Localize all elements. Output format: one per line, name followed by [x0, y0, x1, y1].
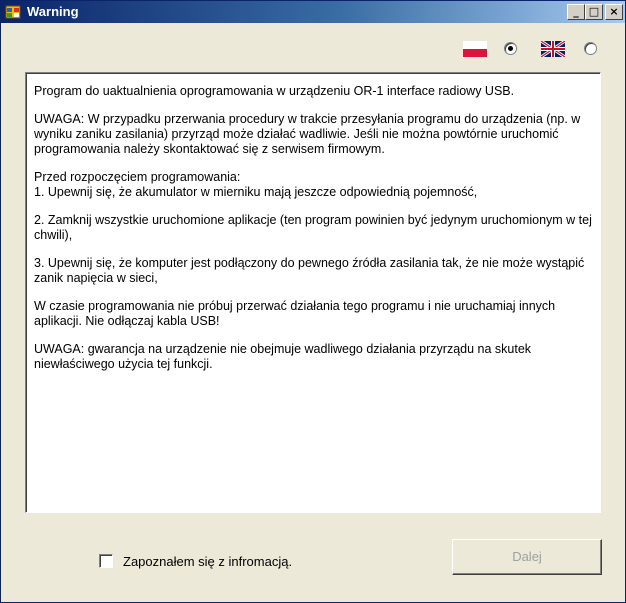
uk-flag-icon: [541, 41, 565, 57]
message-paragraph: Przed rozpoczęciem programowania: 1. Upe…: [34, 170, 478, 199]
message-paragraph: UWAGA: W przypadku przerwania procedury …: [34, 112, 581, 156]
window-title: Warning: [27, 4, 79, 19]
message-paragraph: UWAGA: gwarancja na urządzenie nie obejm…: [34, 342, 532, 371]
acknowledge-label[interactable]: Zapoznałem się z infromacją.: [123, 554, 292, 569]
next-button[interactable]: Dalej: [452, 539, 602, 575]
app-window-icon: [5, 5, 21, 19]
acknowledge-checkbox[interactable]: [99, 554, 113, 568]
minimize-button[interactable]: _: [567, 4, 585, 20]
english-radio[interactable]: [584, 42, 597, 55]
warning-window: Warning _ □ × Program do uaktualnienia o…: [0, 0, 626, 603]
maximize-button[interactable]: □: [585, 4, 603, 20]
title-bar[interactable]: Warning _ □ ×: [1, 1, 625, 23]
message-paragraph: W czasie programowania nie próbuj przerw…: [34, 299, 556, 328]
poland-flag-icon: [463, 41, 487, 57]
message-textbox[interactable]: Program do uaktualnienia oprogramowania …: [25, 72, 601, 513]
message-paragraph: 2. Zamknij wszystkie uruchomione aplikac…: [34, 213, 592, 242]
message-paragraph: 3. Upewnij się, że komputer jest podłącz…: [34, 256, 585, 285]
close-button[interactable]: ×: [605, 4, 623, 20]
polish-radio[interactable]: [504, 42, 517, 55]
message-paragraph: Program do uaktualnienia oprogramowania …: [34, 84, 515, 98]
